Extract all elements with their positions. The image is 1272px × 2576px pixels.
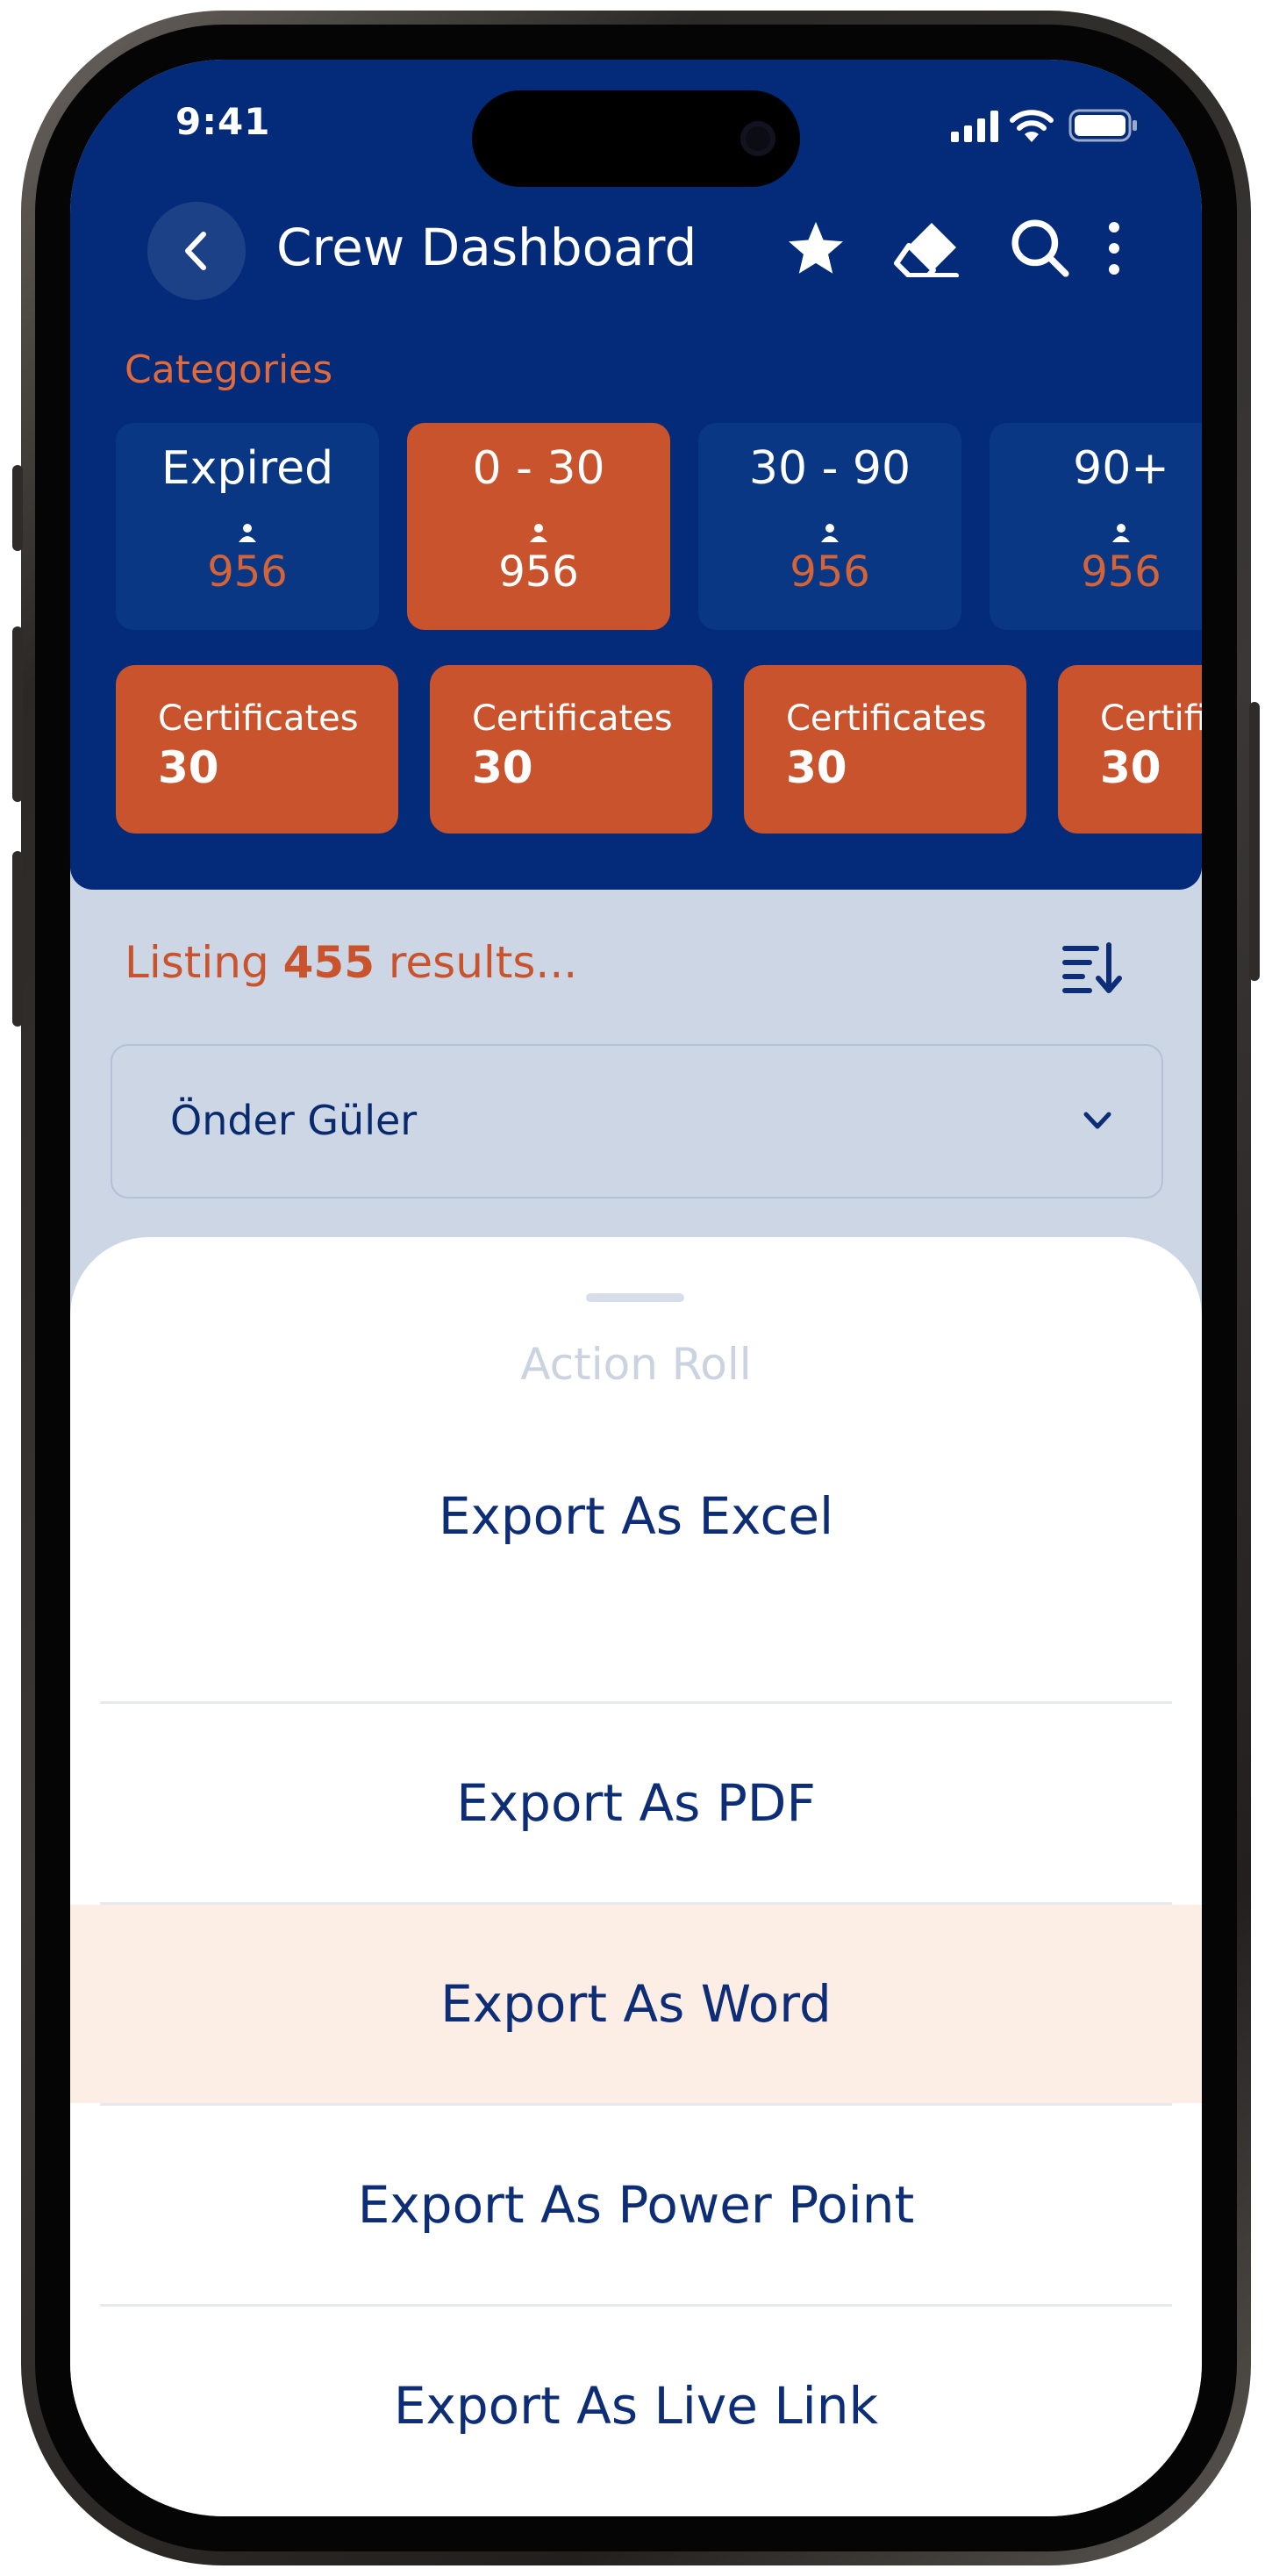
category-card-expired[interactable]: Expired 956 bbox=[116, 423, 379, 630]
category-name: 30 - 90 bbox=[748, 442, 911, 495]
export-word-option[interactable]: Export As Word bbox=[70, 1905, 1202, 2103]
sort-descending-icon bbox=[1062, 942, 1122, 993]
clear-filters-button[interactable] bbox=[891, 209, 961, 288]
volume-down-button bbox=[12, 851, 23, 1027]
person-icon bbox=[239, 524, 256, 542]
certificate-card[interactable]: Certificates 30 bbox=[744, 665, 1026, 834]
search-button[interactable] bbox=[1005, 209, 1075, 288]
certificate-label: Certificates bbox=[472, 698, 673, 739]
certificate-label: Certificates bbox=[158, 698, 359, 739]
category-count: 956 bbox=[498, 547, 579, 597]
export-excel-option[interactable]: Export As Excel bbox=[70, 1417, 1202, 1615]
certificate-value: 30 bbox=[158, 742, 219, 793]
export-live-link-option[interactable]: Export As Live Link bbox=[70, 2307, 1202, 2505]
action-button bbox=[12, 465, 23, 551]
volume-up-button bbox=[12, 626, 23, 802]
battery-icon bbox=[1068, 109, 1137, 142]
certificate-value: 30 bbox=[472, 742, 533, 793]
category-card-90-plus[interactable]: 90+ 956 bbox=[990, 423, 1202, 630]
category-count: 956 bbox=[790, 547, 870, 597]
certificate-value: 30 bbox=[1100, 742, 1161, 793]
export-pdf-option[interactable]: Export As PDF bbox=[70, 1704, 1202, 1902]
result-count: 455 bbox=[282, 937, 375, 988]
front-camera bbox=[740, 121, 775, 156]
cellular-signal-icon bbox=[951, 111, 998, 142]
person-icon bbox=[821, 524, 839, 542]
category-name: 90+ bbox=[1073, 442, 1169, 495]
back-button[interactable] bbox=[147, 202, 246, 300]
eraser-icon bbox=[894, 223, 959, 277]
listing-suffix: results... bbox=[388, 937, 578, 988]
status-time: 9:41 bbox=[175, 100, 271, 143]
export-power-point-option[interactable]: Export As Power Point bbox=[70, 2106, 1202, 2304]
person-icon bbox=[530, 524, 547, 542]
listing-prefix: Listing bbox=[125, 937, 269, 988]
action-sheet-title: Action Roll bbox=[520, 1339, 752, 1390]
categories-label: Categories bbox=[125, 347, 333, 392]
certificate-value: 30 bbox=[786, 742, 847, 793]
sort-button[interactable] bbox=[1053, 928, 1132, 1007]
more-options-button[interactable] bbox=[1088, 209, 1140, 288]
category-name: 0 - 30 bbox=[472, 442, 605, 495]
certificate-label: Certificates bbox=[1100, 698, 1202, 739]
category-card-30-90[interactable]: 30 - 90 956 bbox=[698, 423, 961, 630]
listing-summary: Listing 455 results... bbox=[125, 937, 577, 988]
dropdown-selected-value: Önder Güler bbox=[170, 1097, 418, 1144]
star-icon bbox=[789, 221, 843, 274]
certificate-card[interactable]: Certificates 30 bbox=[430, 665, 712, 834]
wifi-icon bbox=[1010, 110, 1054, 142]
back-chevron-icon bbox=[185, 232, 206, 270]
more-vertical-icon bbox=[1109, 222, 1119, 275]
category-name: Expired bbox=[161, 442, 334, 495]
crew-filter-dropdown[interactable]: Önder Güler bbox=[111, 1044, 1163, 1199]
category-card-0-30[interactable]: 0 - 30 956 bbox=[407, 423, 670, 630]
page-title: Crew Dashboard bbox=[276, 218, 697, 277]
screen: 9:41 Crew Dashboard Categories Expired 9… bbox=[70, 60, 1202, 2516]
category-count: 956 bbox=[207, 547, 288, 597]
search-icon bbox=[1011, 219, 1069, 277]
person-icon bbox=[1112, 524, 1130, 542]
action-sheet: Action Roll Export As Excel Export As PD… bbox=[70, 1237, 1202, 2516]
certificate-card[interactable]: Certificates 30 bbox=[116, 665, 398, 834]
category-count: 956 bbox=[1081, 547, 1161, 597]
power-button bbox=[1249, 702, 1260, 981]
certificate-card[interactable]: Certificates 30 bbox=[1058, 665, 1202, 834]
sheet-drag-handle[interactable] bbox=[586, 1293, 684, 1302]
certificate-label: Certificates bbox=[786, 698, 987, 739]
chevron-down-icon bbox=[1083, 1112, 1111, 1129]
favorite-button[interactable] bbox=[781, 209, 851, 288]
